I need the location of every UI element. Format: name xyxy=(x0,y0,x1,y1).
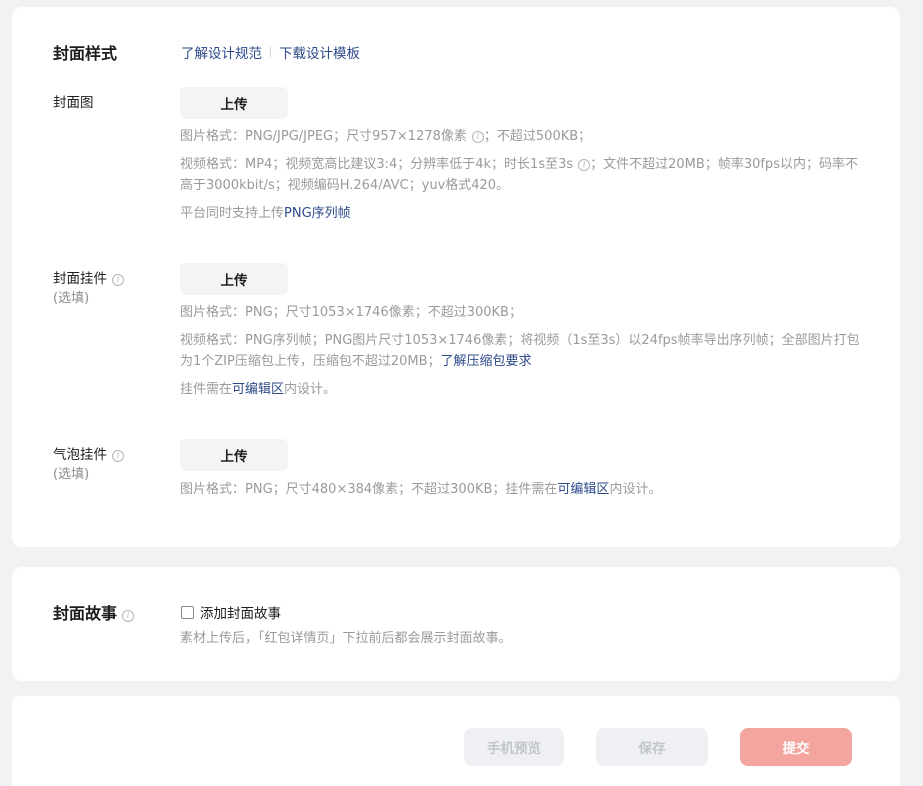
info-icon[interactable]: i xyxy=(578,159,591,171)
cover-pendant-label-text: 封面挂件 xyxy=(53,271,107,287)
bubble-pendant-label-text: 气泡挂件 xyxy=(53,447,107,463)
cover-pendant-upload-button[interactable]: 上传 xyxy=(180,263,288,295)
bubble-hint-prefix: 图片格式：PNG；尺寸480×384像素；不超过300KB；挂件需在 xyxy=(180,482,558,497)
optional-tag: (选填) xyxy=(53,467,90,482)
info-icon[interactable]: i xyxy=(471,131,484,143)
info-icon[interactable]: i xyxy=(122,610,135,622)
cover-story-card: 封面故事 i 添加封面故事 素材上传后，「红包详情页」下拉前后都会展示封面故事。 xyxy=(12,567,900,681)
design-links: 了解设计规范 下载设计模板 xyxy=(181,42,360,62)
cover-image-video-hint: 视频格式：MP4；视频宽高比建议3:4；分辨率低于4k；时长1s至3s i ；文件不… xyxy=(180,154,860,196)
optional-tag: (选填) xyxy=(53,291,90,306)
cover-pendant-image-hint: 图片格式：PNG；尺寸1053×1746像素；不超过300KB； xyxy=(180,305,522,320)
cover-image-image-hint: 图片格式：PNG/JPG/JPEG；尺寸957×1278像素 i ；不超过500KB… xyxy=(180,126,860,147)
editable-area-link[interactable]: 可编辑区 xyxy=(232,382,284,397)
section-title-cover-story: 封面故事 i xyxy=(53,600,135,624)
phone-preview-button[interactable]: 手机预览 xyxy=(464,728,564,766)
image-hint-text: 图片格式：PNG/JPG/JPEG；尺寸957×1278像素 xyxy=(180,129,467,144)
action-bar: 手机预览 保存 提交 xyxy=(12,696,900,786)
png-hint-text: 平台同时支持上传 xyxy=(180,206,285,221)
info-icon[interactable]: i xyxy=(112,450,124,462)
link-divider xyxy=(270,47,271,57)
section-title-cover-style: 封面样式 xyxy=(53,44,118,63)
video-hint-text: 视频格式：MP4；视频宽高比建议3:4；分辨率低于4k；时长1s至3s xyxy=(180,157,574,172)
bubble-pendant-hint: 图片格式：PNG；尺寸480×384像素；不超过300KB；挂件需在可编辑区内设… xyxy=(180,479,860,500)
info-icon[interactable]: i xyxy=(112,274,124,286)
cover-pendant-video-hint: 视频格式：PNG序列帧；PNG图片尺寸1053×1746像素；将视频（1s至3s… xyxy=(180,330,860,372)
save-button[interactable]: 保存 xyxy=(596,728,708,766)
edit-hint-suffix: 内设计。 xyxy=(284,382,337,397)
add-cover-story-label[interactable]: 添加封面故事 xyxy=(200,602,281,622)
cover-image-label: 封面图 xyxy=(53,95,94,111)
cover-story-title-text: 封面故事 xyxy=(53,604,118,623)
bubble-hint-suffix: 内设计。 xyxy=(609,482,662,497)
add-cover-story-option[interactable]: 添加封面故事 xyxy=(181,602,281,622)
download-template-link[interactable]: 下载设计模板 xyxy=(279,42,360,62)
cover-story-hint: 素材上传后，「红包详情页」下拉前后都会展示封面故事。 xyxy=(180,631,512,646)
bubble-pendant-upload-button[interactable]: 上传 xyxy=(180,439,288,471)
cover-style-card: 封面样式 了解设计规范 下载设计模板 封面图 上传 图片格式：PNG/JPG/J… xyxy=(12,7,900,547)
design-spec-link[interactable]: 了解设计规范 xyxy=(181,42,262,62)
image-hint-text-end: ；不超过500KB； xyxy=(483,129,592,144)
cover-pendant-label: 封面挂件 i (选填) xyxy=(53,269,124,309)
bubble-pendant-label: 气泡挂件 i (选填) xyxy=(53,445,124,485)
submit-button[interactable]: 提交 xyxy=(740,728,852,766)
zip-requirements-link[interactable]: 了解压缩包要求 xyxy=(441,354,532,369)
cover-image-png-hint: 平台同时支持上传PNG序列帧 xyxy=(180,203,860,224)
editable-area-link[interactable]: 可编辑区 xyxy=(557,482,609,497)
edit-hint-prefix: 挂件需在 xyxy=(180,382,233,397)
cover-image-upload-button[interactable]: 上传 xyxy=(180,87,288,119)
add-cover-story-checkbox[interactable] xyxy=(181,605,194,619)
cover-pendant-edit-hint: 挂件需在可编辑区内设计。 xyxy=(180,379,860,400)
png-sequence-link[interactable]: PNG序列帧 xyxy=(284,206,351,221)
